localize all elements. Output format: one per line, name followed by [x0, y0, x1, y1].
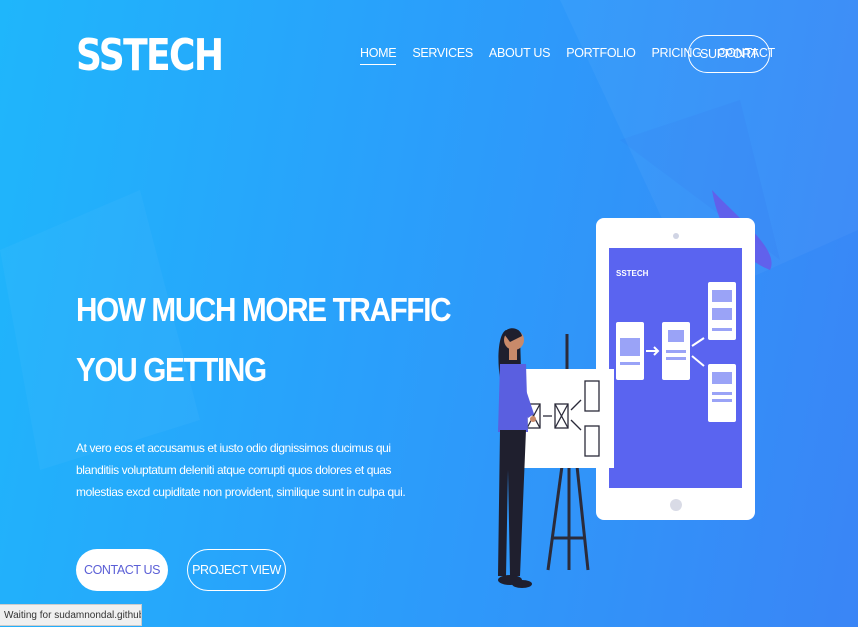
hero-illustration: SSTECH: [498, 190, 772, 588]
contact-us-button[interactable]: CONTACT US: [76, 549, 168, 591]
support-button[interactable]: SUPPORT: [688, 35, 770, 73]
browser-status-bar: Waiting for sudamnondal.github.io...: [0, 604, 142, 626]
hero-title-line-1: HOW MUCH MORE TRAFFIC: [76, 291, 452, 328]
tablet-home-button: [670, 499, 682, 511]
hero-paragraph: At vero eos et accusamus et iusto odio d…: [76, 441, 406, 499]
brand-logo[interactable]: SSTECH: [76, 30, 224, 82]
tablet-logo: SSTECH: [616, 269, 649, 278]
nav-about-us[interactable]: ABOUT US: [489, 46, 551, 65]
hero-title: HOW MUCH MORE TRAFFIC YOU GETTING: [76, 280, 456, 400]
project-view-button[interactable]: PROJECT VIEW: [187, 549, 286, 591]
tablet-camera: [673, 233, 679, 239]
nav-home[interactable]: HOME: [360, 46, 397, 65]
hero-title-line-2: YOU GETTING: [76, 351, 267, 388]
nav-services[interactable]: SERVICES: [412, 46, 473, 65]
nav-portfolio[interactable]: PORTFOLIO: [566, 46, 636, 65]
